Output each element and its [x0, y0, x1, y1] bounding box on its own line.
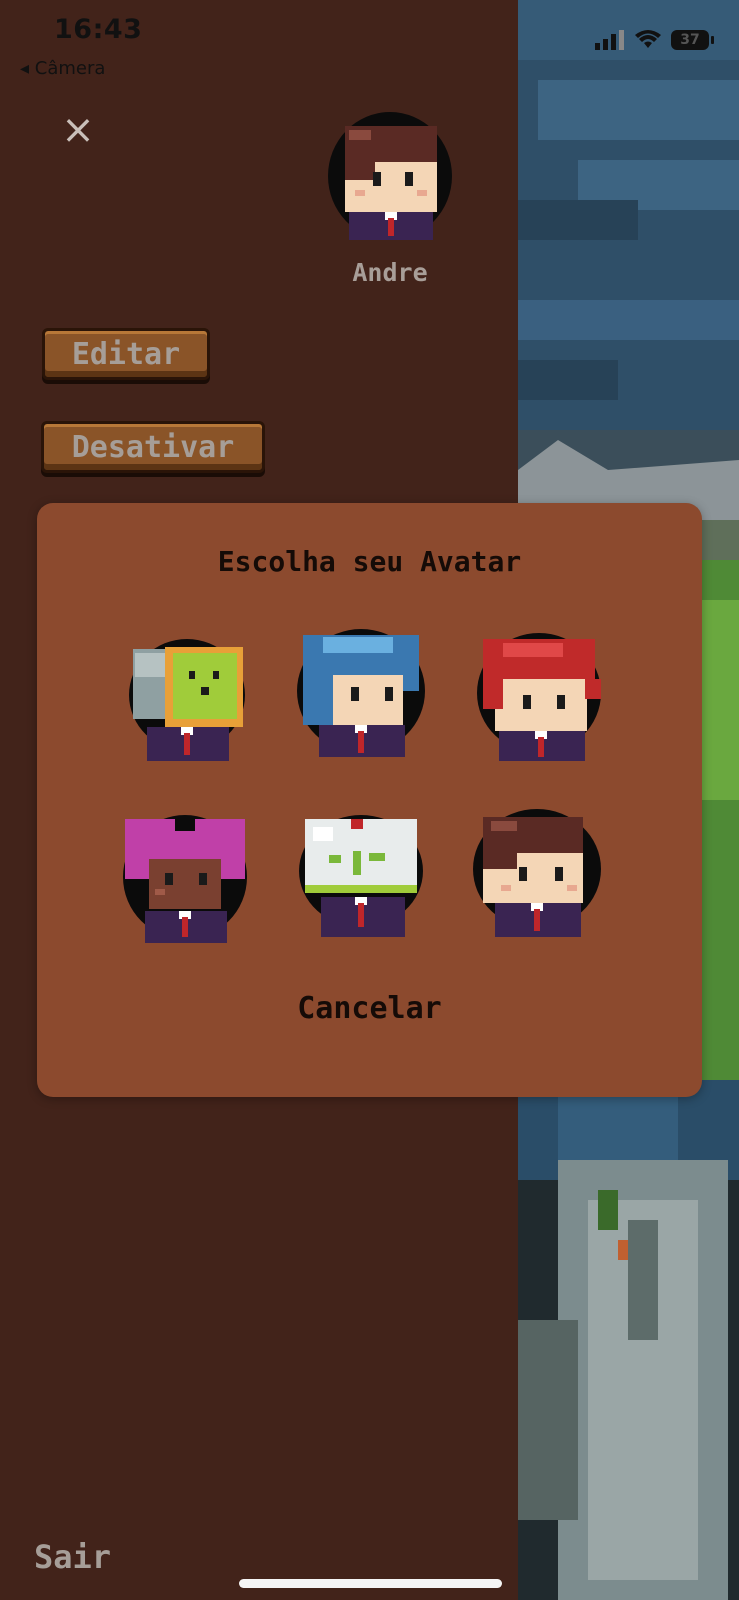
home-indicator[interactable]: [239, 1579, 502, 1588]
cancel-button[interactable]: Cancelar: [37, 991, 702, 1026]
deactivate-button[interactable]: Desativar: [41, 421, 265, 473]
avatar-option-blue-hair[interactable]: [293, 625, 433, 765]
avatar-option-plant-dome[interactable]: [293, 809, 433, 949]
avatar-option-red-hair[interactable]: [473, 629, 613, 769]
profile-name: Andre: [352, 258, 428, 287]
avatar-option-monitor-bot[interactable]: [117, 633, 257, 773]
dialog-title: Escolha seu Avatar: [217, 545, 522, 578]
battery-icon: 37: [671, 30, 714, 50]
profile-avatar[interactable]: [325, 110, 455, 245]
status-time: 16:43: [54, 14, 143, 45]
avatar-chooser-dialog: Escolha seu Avatar Cancelar: [37, 503, 702, 1097]
status-icons: 37: [595, 30, 714, 50]
avatar-option-pink-hair[interactable]: [119, 809, 259, 949]
wifi-icon: [635, 30, 661, 48]
logout-button[interactable]: Sair: [34, 1538, 111, 1576]
edit-button[interactable]: Editar: [42, 328, 210, 380]
back-to-camera-link[interactable]: ◂ Câmera: [20, 58, 105, 79]
close-icon[interactable]: ×: [60, 110, 96, 150]
avatar-option-brown-hair[interactable]: [471, 805, 611, 945]
signal-icon: [595, 30, 624, 50]
